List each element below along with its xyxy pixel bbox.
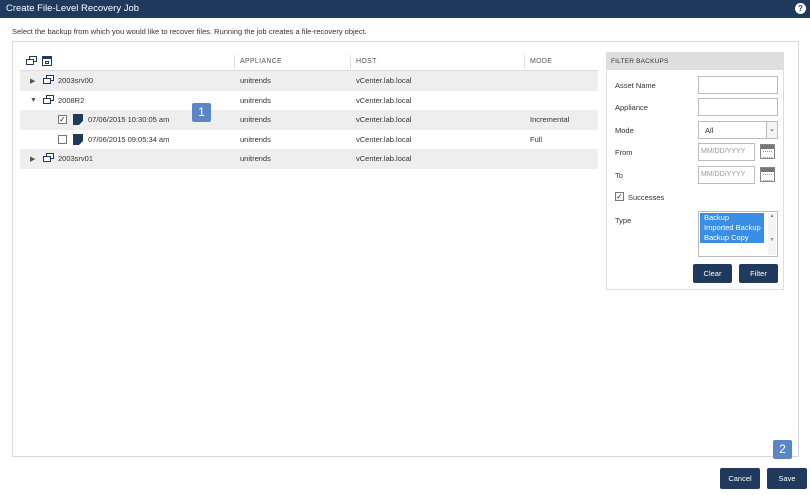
from-label: From (615, 148, 633, 157)
type-scrollbar[interactable]: ▲ ▼ (768, 213, 776, 255)
backup-grid: APPLIANCE HOST MODE ▶ 2003srv00 unitrend… (20, 52, 598, 169)
column-host[interactable]: HOST (356, 58, 377, 65)
type-listbox[interactable]: Backup Imported Backup Backup Copy ▲ ▼ (698, 211, 778, 257)
backup-date: 07/06/2015 09:05:34 am (88, 134, 170, 144)
appliance-cell: unitrends (240, 154, 271, 163)
backup-icon (73, 114, 83, 125)
appliance-cell: unitrends (240, 115, 271, 124)
host-cell: vCenter.lab.local (356, 134, 412, 144)
expand-arrow-icon[interactable]: ▶ (30, 155, 35, 163)
asset-row[interactable]: ▶ 2003srv01 unitrends vCenter.lab.local (20, 149, 598, 169)
filter-panel: FILTER BACKUPS Asset Name Appliance Mode… (606, 52, 784, 290)
chevron-down-icon: ⌄ (766, 122, 777, 138)
host-cell: vCenter.lab.local (356, 154, 412, 163)
backup-row[interactable]: ✓ 07/06/2015 10:30:05 am unitrends vCent… (20, 110, 598, 130)
expand-all-icon[interactable] (26, 56, 37, 66)
vm-icon (43, 75, 54, 85)
type-label: Type (615, 216, 632, 225)
type-option[interactable]: Backup (700, 213, 764, 223)
cancel-button[interactable]: Cancel (720, 468, 760, 489)
to-date-input[interactable]: MM/DD/YYYY (698, 166, 755, 184)
asset-row[interactable]: ▶ 2003srv00 unitrends vCenter.lab.local (20, 71, 598, 91)
filter-button[interactable]: Filter (739, 264, 778, 283)
expand-arrow-icon[interactable]: ▶ (30, 77, 35, 85)
backup-date: 07/06/2015 10:30:05 am (88, 115, 170, 124)
to-label: To (615, 171, 623, 180)
backup-checkbox[interactable] (58, 134, 67, 144)
mode-cell: Full (530, 134, 543, 144)
calendar-icon[interactable] (760, 144, 775, 159)
asset-name: 2008R2 (58, 95, 85, 105)
mode-label: Mode (615, 126, 634, 135)
appliance-cell: unitrends (240, 76, 271, 85)
appliance-input[interactable] (698, 98, 778, 116)
vm-icon (43, 153, 54, 163)
mode-select-value: All (705, 126, 714, 135)
filter-header: FILTER BACKUPS (607, 53, 783, 70)
calendar-icon[interactable] (760, 167, 775, 182)
appliance-cell: unitrends (240, 134, 271, 144)
from-date-input[interactable]: MM/DD/YYYY (698, 143, 755, 161)
vm-icon (43, 94, 54, 105)
grid-header: APPLIANCE HOST MODE (20, 52, 598, 71)
appliance-label: Appliance (615, 103, 648, 112)
column-mode[interactable]: MODE (530, 58, 552, 65)
host-cell: vCenter.lab.local (356, 76, 412, 85)
callout-badge-1: 1 (192, 103, 211, 122)
type-option[interactable]: Backup Copy (700, 233, 764, 243)
column-appliance[interactable]: APPLIANCE (240, 58, 282, 65)
asset-name: 2003srv01 (58, 154, 94, 163)
asset-name-input[interactable] (698, 76, 778, 94)
appliance-cell: unitrends (240, 95, 271, 105)
collapse-arrow-icon[interactable]: ▼ (30, 97, 37, 104)
title-bar: Create File-Level Recovery Job ? (0, 0, 810, 18)
help-icon[interactable]: ? (795, 3, 806, 14)
callout-badge-2: 2 (773, 440, 792, 459)
backup-row[interactable]: 07/06/2015 09:05:34 am unitrends vCenter… (20, 130, 598, 150)
successes-label: Successes (628, 193, 665, 202)
save-button[interactable]: Save (767, 468, 807, 489)
clear-button[interactable]: Clear (693, 264, 732, 283)
asset-name-label: Asset Name (615, 81, 656, 90)
host-cell: vCenter.lab.local (356, 115, 412, 124)
type-option[interactable]: Imported Backup (700, 223, 764, 233)
dialog-description: Select the backup from which you would l… (12, 27, 367, 36)
dialog-title: Create File-Level Recovery Job (6, 3, 140, 14)
successes-checkbox[interactable]: ✓ (615, 192, 624, 201)
asset-name: 2003srv00 (58, 76, 94, 85)
asset-row[interactable]: ▼ 2008R2 unitrends vCenter.lab.local (20, 91, 598, 111)
backup-checkbox[interactable]: ✓ (58, 115, 67, 124)
mode-select[interactable]: All ⌄ (698, 121, 778, 139)
mode-cell: Incremental (530, 115, 570, 124)
calendar-view-icon[interactable] (42, 56, 52, 66)
backup-icon (73, 133, 83, 145)
host-cell: vCenter.lab.local (356, 95, 412, 105)
